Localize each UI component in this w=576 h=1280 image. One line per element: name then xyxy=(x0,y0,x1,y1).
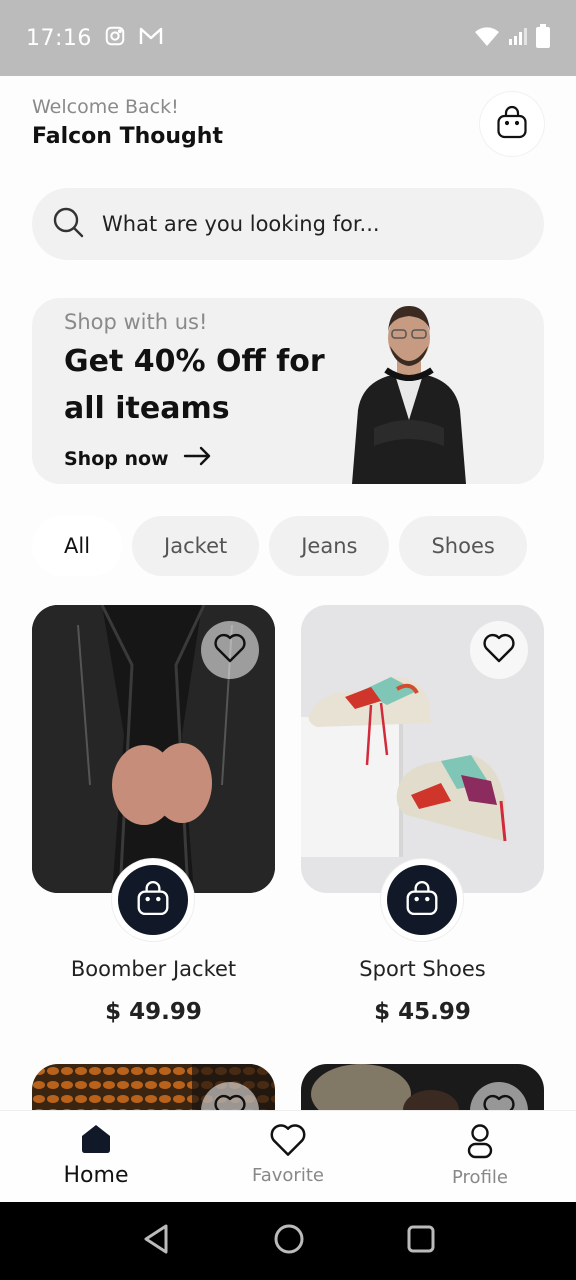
gmail-icon xyxy=(138,25,164,51)
product-price: $ 49.99 xyxy=(105,999,202,1025)
product-image[interactable] xyxy=(301,605,544,893)
add-to-cart-button[interactable] xyxy=(112,859,194,941)
favorite-button[interactable] xyxy=(470,621,528,679)
wifi-icon xyxy=(474,25,500,51)
category-tabs: All Jacket Jeans Shoes xyxy=(32,516,544,576)
product-card[interactable]: Boomber Jacket $ 49.99 xyxy=(32,605,275,1025)
product-price: $ 45.99 xyxy=(374,999,471,1025)
nav-home[interactable]: Home xyxy=(0,1111,192,1202)
username: Falcon Thought xyxy=(32,124,223,149)
heart-icon xyxy=(214,1094,246,1110)
status-time: 17:16 xyxy=(26,25,92,51)
promo-banner[interactable]: Shop with us! Get 40% Off for all iteams… xyxy=(32,298,544,484)
home-circle-icon[interactable] xyxy=(273,1223,305,1259)
heart-icon xyxy=(483,1094,515,1110)
profile-icon xyxy=(466,1123,494,1163)
product-card[interactable]: Sport Shoes $ 45.99 xyxy=(301,605,544,1025)
recents-icon[interactable] xyxy=(406,1224,436,1258)
search-icon xyxy=(52,206,84,242)
nav-profile-label: Profile xyxy=(452,1167,508,1188)
banner-title: Get 40% Off for all iteams xyxy=(64,344,325,426)
model-image xyxy=(344,300,474,484)
bottom-navigation: Home Favorite Profile xyxy=(0,1110,576,1202)
welcome-text: Welcome Back! xyxy=(32,96,179,118)
search-bar[interactable] xyxy=(32,188,544,260)
signal-icon xyxy=(508,26,528,50)
battery-icon xyxy=(536,24,550,52)
product-name: Boomber Jacket xyxy=(70,957,237,981)
heart-icon xyxy=(483,633,515,667)
shopping-bag-icon xyxy=(136,880,170,920)
nav-profile[interactable]: Profile xyxy=(384,1111,576,1202)
search-input[interactable] xyxy=(102,212,502,236)
heart-icon xyxy=(214,633,246,667)
product-image[interactable] xyxy=(32,605,275,893)
shop-now-button[interactable]: Shop now xyxy=(64,446,213,471)
system-navigation-bar xyxy=(0,1202,576,1280)
cart-button[interactable] xyxy=(480,92,544,156)
arrow-right-icon xyxy=(183,446,213,471)
nav-home-label: Home xyxy=(63,1163,129,1188)
category-chip-all[interactable]: All xyxy=(32,516,123,576)
product-name: Sport Shoes xyxy=(359,957,486,981)
shopping-bag-icon xyxy=(405,880,439,920)
nav-favorite-label: Favorite xyxy=(252,1165,324,1186)
category-chip-jacket[interactable]: Jacket xyxy=(132,516,260,576)
shopping-bag-icon xyxy=(496,105,528,143)
status-bar: 17:16 xyxy=(0,0,576,76)
instagram-icon xyxy=(104,25,126,51)
category-chip-shoes[interactable]: Shoes xyxy=(399,516,527,576)
header: Welcome Back! Falcon Thought xyxy=(32,92,544,160)
nav-favorite[interactable]: Favorite xyxy=(192,1111,384,1202)
category-chip-jeans[interactable]: Jeans xyxy=(269,516,390,576)
home-icon xyxy=(79,1123,113,1159)
heart-icon xyxy=(270,1123,306,1161)
shop-now-label: Shop now xyxy=(64,447,169,470)
product-card-partial[interactable] xyxy=(301,1064,544,1110)
product-card-partial[interactable] xyxy=(32,1064,275,1110)
banner-subtitle: Shop with us! xyxy=(64,310,208,334)
add-to-cart-button[interactable] xyxy=(381,859,463,941)
favorite-button[interactable] xyxy=(201,621,259,679)
back-icon[interactable] xyxy=(140,1223,172,1259)
